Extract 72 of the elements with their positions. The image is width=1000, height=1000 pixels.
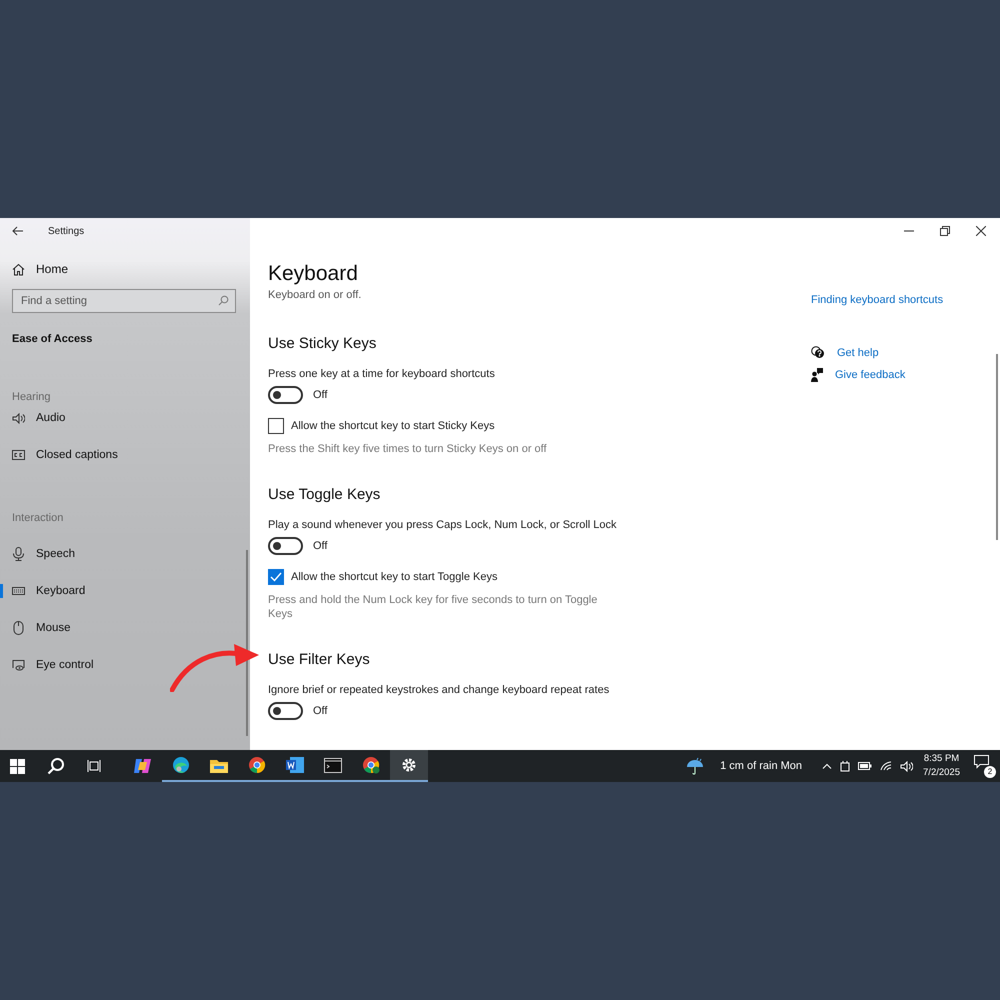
help-link[interactable]: Give feedback bbox=[835, 369, 906, 381]
setting-description: Ignore brief or repeated keystrokes and change keyboard repeat rates bbox=[268, 684, 610, 696]
shortcuts-link[interactable]: Finding keyboard shortcuts bbox=[811, 294, 944, 306]
speaker-icon[interactable] bbox=[900, 760, 914, 772]
category-heading: Ease of Access bbox=[12, 333, 92, 345]
speaker-icon bbox=[12, 412, 25, 424]
microphone-icon bbox=[12, 547, 25, 561]
restore-icon[interactable] bbox=[940, 226, 950, 236]
settings-icon bbox=[401, 757, 417, 773]
checkbox[interactable] bbox=[268, 569, 284, 585]
browser-icon bbox=[362, 756, 380, 774]
section-heading: Use Filter Keys bbox=[268, 651, 370, 668]
mouse-icon bbox=[12, 621, 25, 635]
toggle-switch[interactable] bbox=[268, 537, 303, 555]
search-icon bbox=[218, 295, 229, 306]
nav-item[interactable]: Keyboard bbox=[12, 579, 86, 603]
nav-item[interactable]: Eye control bbox=[12, 653, 94, 677]
toggle-switch[interactable] bbox=[268, 702, 303, 720]
notification-button[interactable]: 2 bbox=[974, 755, 996, 777]
nav-item[interactable]: Speech bbox=[12, 542, 76, 566]
checkbox[interactable] bbox=[268, 418, 284, 434]
page-title: Keyboard bbox=[268, 262, 358, 286]
minimize-icon[interactable] bbox=[904, 230, 914, 232]
section-heading: Use Sticky Keys bbox=[268, 335, 376, 352]
battery-icon[interactable] bbox=[858, 762, 872, 770]
search-field[interactable]: Find a setting bbox=[12, 289, 236, 313]
browser-icon bbox=[248, 756, 266, 774]
eye-control-icon bbox=[12, 660, 25, 670]
section-heading: Use Toggle Keys bbox=[268, 486, 380, 503]
feedback-icon bbox=[811, 368, 823, 382]
setting-description: Press one key at a time for keyboard shortcuts bbox=[268, 368, 495, 380]
nav-item[interactable]: Closed captions bbox=[12, 443, 118, 467]
captions-icon bbox=[12, 450, 25, 460]
notification-count: 2 bbox=[984, 766, 996, 778]
toggle-switch[interactable] bbox=[268, 386, 303, 404]
tray-app-icon[interactable] bbox=[840, 760, 850, 772]
clock-date[interactable]: 7/2/2025 bbox=[923, 766, 960, 780]
window-title: Settings bbox=[48, 226, 84, 236]
edge-icon bbox=[172, 756, 190, 774]
taskbar-app[interactable] bbox=[390, 750, 428, 782]
keyboard-icon bbox=[12, 587, 25, 595]
home-icon bbox=[12, 262, 25, 276]
setting-description: Play a sound whenever you press Caps Lock, Num Lock, or Scroll Lock bbox=[268, 519, 616, 531]
windows-start-icon[interactable] bbox=[10, 758, 25, 774]
help-link[interactable]: Get help bbox=[837, 346, 879, 358]
help-icon bbox=[811, 346, 825, 359]
wifi-icon[interactable] bbox=[880, 761, 892, 771]
home-link[interactable]: Home bbox=[12, 262, 68, 276]
checkbox-label: Allow the shortcut key to start Toggle Keys bbox=[291, 571, 498, 583]
checkbox-label: Allow the shortcut key to start Sticky Keys bbox=[291, 420, 495, 432]
group-heading: Hearing bbox=[12, 391, 51, 404]
copilot-icon bbox=[133, 757, 153, 775]
back-arrow-icon[interactable] bbox=[12, 226, 24, 236]
hint-text: Press the Shift key five times to turn Sticky Keys on or off bbox=[268, 442, 548, 456]
toggle-label: Off bbox=[313, 705, 328, 717]
hint-text: Press and hold the Num Lock key for five seconds to turn on Toggle Keys bbox=[268, 593, 598, 621]
intro-text: Keyboard on or off. bbox=[268, 289, 362, 301]
group-heading: Interaction bbox=[12, 512, 64, 525]
weather-text[interactable]: 1 cm of rain Mon bbox=[720, 760, 802, 772]
nav-item[interactable]: Mouse bbox=[12, 616, 71, 640]
toggle-label: Off bbox=[313, 389, 328, 401]
terminal-icon bbox=[324, 758, 342, 772]
word-icon bbox=[286, 757, 304, 773]
chevron-up-icon[interactable] bbox=[822, 763, 832, 769]
rain-umbrella-icon bbox=[686, 757, 704, 775]
folder-icon bbox=[210, 758, 228, 772]
search-icon[interactable] bbox=[47, 757, 65, 775]
toggle-label: Off bbox=[313, 540, 328, 552]
clock-time[interactable]: 8:35 PM bbox=[924, 752, 960, 766]
task-view-icon[interactable] bbox=[87, 759, 102, 773]
nav-item[interactable]: Audio bbox=[12, 406, 66, 430]
close-icon[interactable] bbox=[976, 226, 986, 236]
